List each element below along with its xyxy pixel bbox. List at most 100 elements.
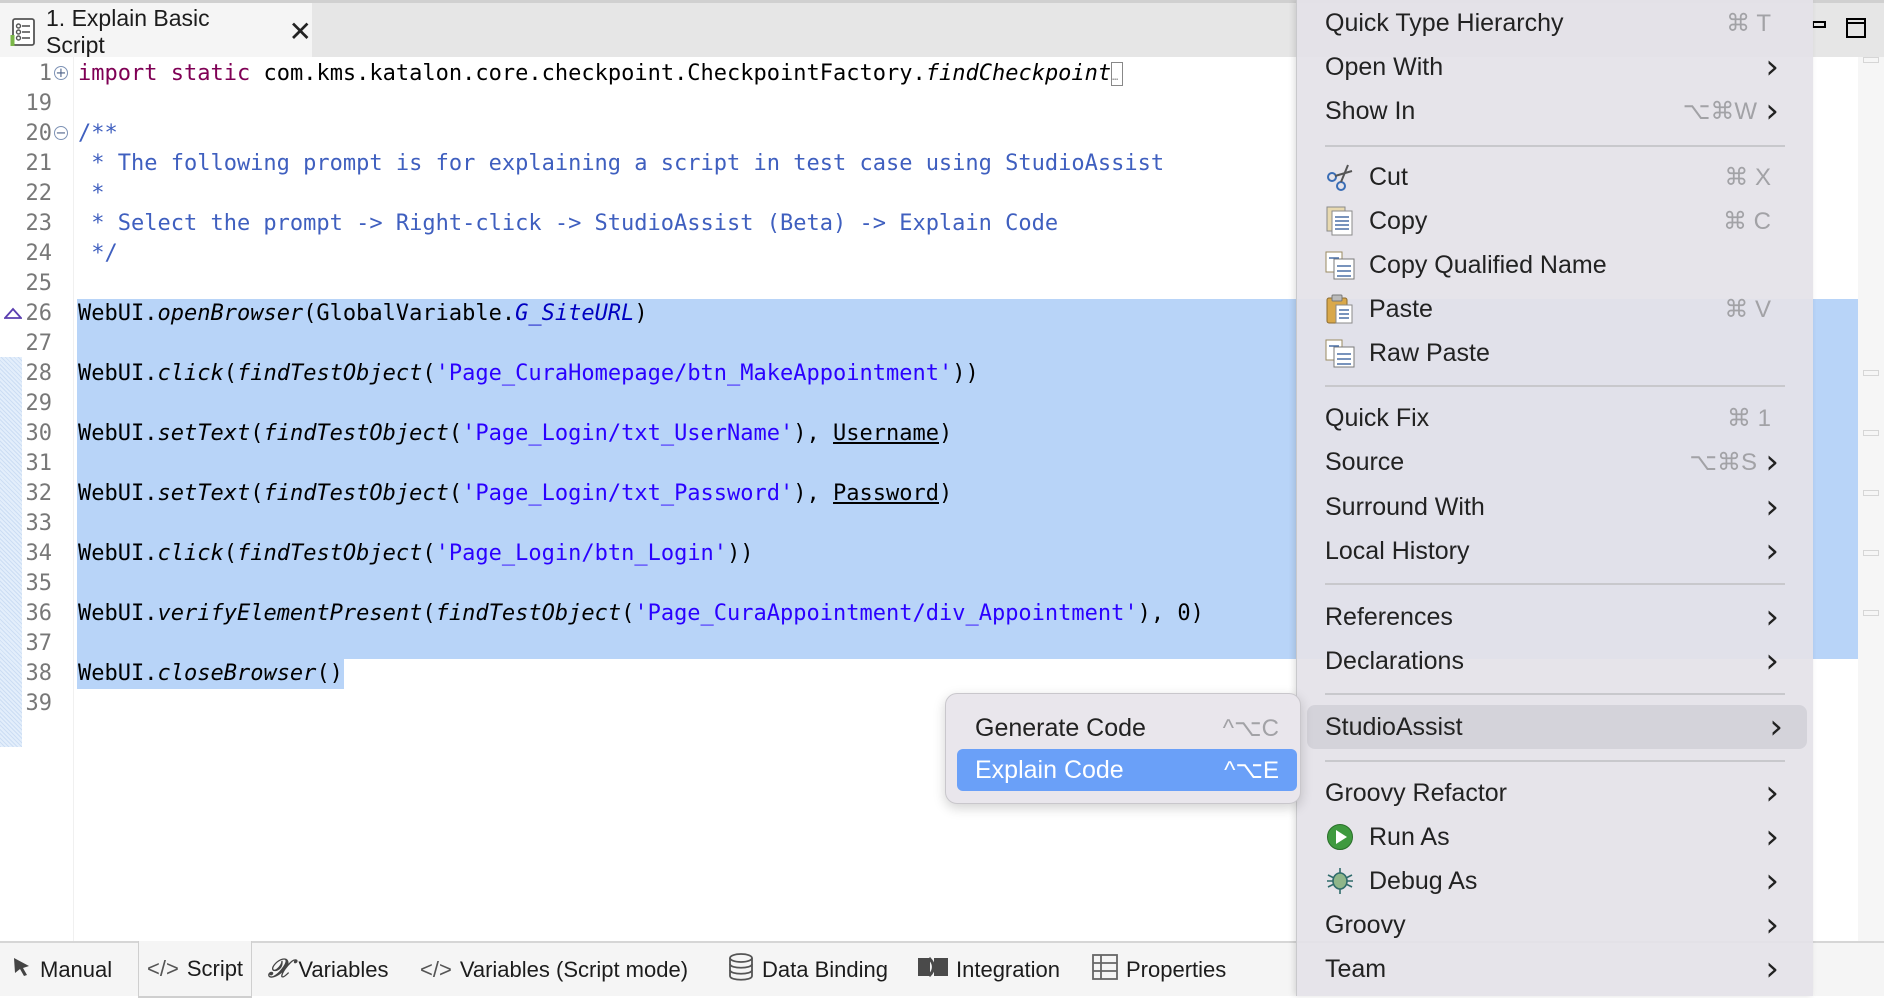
overview-mark[interactable] [1863, 370, 1879, 376]
code-text: WebUI.click(findTestObject('Page_Login/b… [78, 539, 754, 569]
overview-mark[interactable] [1863, 490, 1879, 496]
menu-item-shortcut: ^⌥C [1222, 714, 1279, 742]
code-token: closeBrowser [157, 661, 317, 686]
chevron-right-icon: › [1765, 817, 1779, 857]
expand-fold-icon[interactable]: + [54, 66, 68, 80]
raw-paste-icon [1325, 338, 1355, 368]
menu-item-label: Quick Fix [1325, 403, 1430, 432]
menu-item-label: Paste [1369, 294, 1433, 323]
tab-label: Variables [298, 956, 389, 982]
code-text: * [78, 179, 104, 209]
code-text: WebUI.setText(findTestObject('Page_Login… [78, 419, 952, 449]
collapse-fold-icon[interactable]: − [54, 126, 68, 140]
code-token: import [78, 61, 158, 86]
collapsed-import-marker[interactable]: … [1111, 62, 1124, 86]
code-token: setText [157, 481, 251, 506]
menu-item-generate-code[interactable]: Generate Code ^⌥C [957, 707, 1297, 749]
code-token: findTestObject [236, 541, 423, 566]
menu-item-surround-with[interactable]: Surround With › [1297, 485, 1813, 529]
overview-mark[interactable] [1863, 57, 1879, 63]
menu-item-label: Debug As [1369, 866, 1478, 895]
editor-tab[interactable]: 1. Explain Basic Script ✕ [0, 3, 312, 60]
code-token: )) [727, 541, 754, 566]
menu-item-quick-fix[interactable]: Quick Fix ⌘ 1 [1297, 396, 1813, 440]
menu-item-debug-as[interactable]: Debug As › [1297, 859, 1813, 903]
menu-item-copy-qualified-name[interactable]: Copy Qualified Name [1297, 243, 1813, 287]
code-token: ( [422, 601, 436, 626]
menu-item-run-as[interactable]: Run As › [1297, 815, 1813, 859]
variable-x-icon: 𝒳 [268, 954, 291, 984]
code-token: ( [422, 361, 436, 386]
menu-separator [1325, 693, 1785, 695]
code-token: WebUI. [78, 541, 158, 566]
chevron-right-icon: › [1765, 597, 1779, 637]
close-icon[interactable]: ✕ [289, 17, 312, 46]
menu-item-raw-paste[interactable]: Raw Paste [1297, 331, 1813, 375]
menu-item-source[interactable]: Source ⌥⌘S › [1297, 440, 1813, 484]
code-token: WebUI. [78, 301, 158, 326]
tab-label: Properties [1126, 956, 1227, 982]
code-token: ), [793, 421, 834, 446]
menu-item-label: Explain Code [975, 755, 1124, 784]
minimize-icon[interactable] [1812, 17, 1828, 36]
line-number: 32 [25, 481, 53, 506]
menu-item-local-history[interactable]: Local History › [1297, 529, 1813, 573]
menu-item-references[interactable]: References › [1297, 595, 1813, 639]
overview-ruler[interactable] [1858, 57, 1884, 941]
menu-item-paste[interactable]: Paste ⌘ V [1297, 287, 1813, 331]
code-token: ) [939, 481, 953, 506]
menu-item-cut[interactable]: Cut ⌘ X [1297, 155, 1813, 199]
tab-label: Variables (Script mode) [459, 956, 689, 982]
menu-item-open-with[interactable]: Open With › [1297, 45, 1813, 89]
maximize-icon[interactable] [1846, 17, 1868, 44]
paste-icon [1325, 294, 1355, 324]
tab-data-binding[interactable]: Data Binding [728, 943, 888, 996]
overview-mark[interactable] [1863, 430, 1879, 436]
code-token: ( [223, 361, 237, 386]
overview-mark[interactable] [1863, 550, 1879, 556]
line-number: 1 [38, 61, 52, 86]
menu-separator [1325, 760, 1785, 762]
code-token: ), 0) [1137, 601, 1204, 626]
tab-properties[interactable]: Properties [1092, 943, 1226, 996]
code-text: /** [78, 119, 118, 149]
copy-icon [1325, 206, 1355, 236]
menu-item-label: StudioAssist [1325, 712, 1463, 741]
menu-item-shortcut: ^⌥E [1224, 756, 1279, 784]
code-token: findCheckpoint [925, 61, 1112, 86]
menu-item-groovy[interactable]: Groovy › [1297, 903, 1813, 947]
overview-mark[interactable] [1863, 610, 1879, 616]
menu-item-copy[interactable]: Copy ⌘ C [1297, 199, 1813, 243]
menu-item-declarations[interactable]: Declarations › [1297, 639, 1813, 683]
menu-item-quick-type-hierarchy[interactable]: Quick Type Hierarchy ⌘ T [1297, 1, 1813, 45]
tab-script[interactable]: </> Script [138, 941, 253, 998]
studioassist-submenu: Generate Code ^⌥C Explain Code ^⌥E [945, 693, 1301, 804]
code-token: (GlobalVariable. [303, 301, 516, 326]
menu-item-label: Quick Type Hierarchy [1325, 8, 1564, 37]
menu-item-label: Show In [1325, 96, 1416, 125]
code-token: Password [833, 481, 939, 506]
menu-item-label: Run As [1369, 822, 1450, 851]
code-token: WebUI. [78, 361, 158, 386]
menu-item-team[interactable]: Team › [1297, 947, 1813, 991]
tab-variables-script-mode[interactable]: </> Variables (Script mode) [420, 943, 688, 996]
menu-item-show-in[interactable]: Show In ⌥⌘W › [1297, 89, 1813, 133]
tab-integration[interactable]: Integration [918, 943, 1060, 996]
chevron-right-icon: › [1765, 949, 1779, 989]
menu-item-explain-code[interactable]: Explain Code ^⌥E [957, 749, 1297, 791]
tab-variables[interactable]: 𝒳 Variables [268, 943, 388, 996]
line-number: 22 [25, 181, 53, 206]
chevron-right-icon: › [1765, 91, 1779, 131]
code-token: ( [448, 421, 463, 446]
menu-item-label: Raw Paste [1369, 338, 1490, 367]
line-number: 36 [25, 601, 53, 626]
menu-item-label: Open With [1325, 52, 1444, 81]
code-icon: </> [420, 956, 452, 982]
menu-item-studioassist[interactable]: StudioAssist › [1307, 705, 1807, 749]
menu-separator [1325, 385, 1785, 387]
database-icon [728, 952, 754, 987]
tab-label: Integration [956, 956, 1060, 982]
menu-item-groovy-refactor[interactable]: Groovy Refactor › [1297, 771, 1813, 815]
tab-manual[interactable]: Manual [12, 943, 112, 996]
